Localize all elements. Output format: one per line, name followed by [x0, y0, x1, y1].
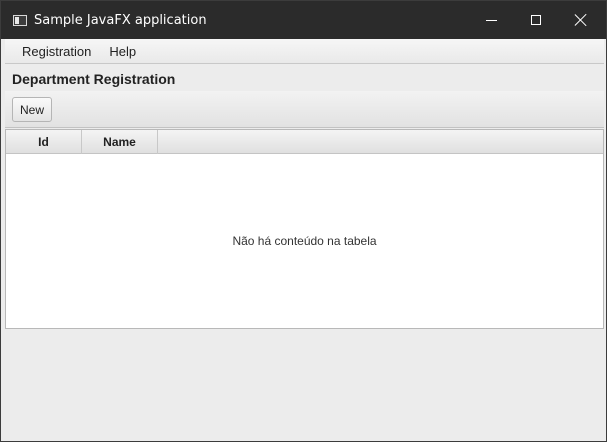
page-title: Department Registration — [12, 71, 176, 87]
close-icon — [575, 14, 587, 26]
table-empty-message: Não há conteúdo na tabela — [232, 234, 377, 248]
maximize-button[interactable] — [513, 1, 559, 39]
app-window: Sample JavaFX application Registration H… — [0, 0, 607, 442]
table-header: Id Name — [6, 130, 603, 154]
menu-bar: Registration Help — [5, 39, 604, 64]
new-button[interactable]: New — [12, 97, 52, 122]
close-button[interactable] — [558, 1, 604, 39]
menu-help[interactable]: Help — [100, 44, 145, 59]
content-background — [5, 329, 604, 437]
toolbar: New — [5, 91, 604, 128]
column-header-filler — [158, 130, 603, 154]
column-header-id[interactable]: Id — [6, 130, 82, 154]
menu-registration[interactable]: Registration — [13, 44, 100, 59]
minimize-button[interactable] — [468, 1, 514, 39]
department-table[interactable]: Id Name Não há conteúdo na tabela — [5, 129, 604, 329]
title-bar[interactable]: Sample JavaFX application — [1, 1, 606, 39]
column-header-name[interactable]: Name — [82, 130, 158, 154]
maximize-icon — [531, 15, 541, 25]
window-title: Sample JavaFX application — [34, 13, 207, 28]
minimize-icon — [485, 19, 497, 21]
app-window-icon — [13, 15, 27, 26]
